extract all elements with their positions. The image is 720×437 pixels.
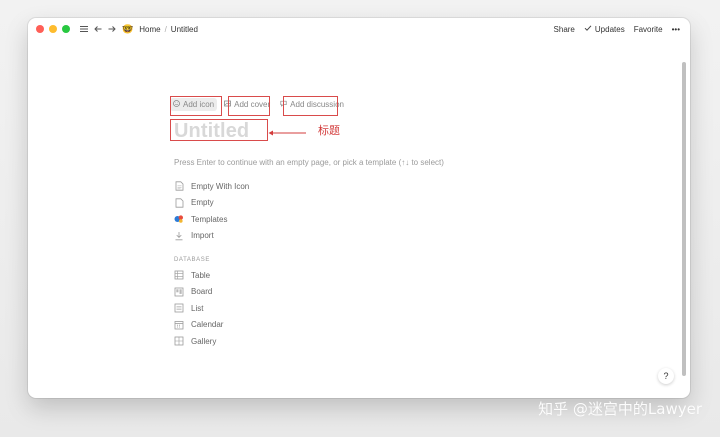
add-discussion-label: Add discussion [290, 100, 344, 109]
template-menu: Empty With Icon Empty Templates Import D… [174, 178, 394, 350]
menu-item-calendar[interactable]: Calendar [174, 317, 394, 334]
back-arrow-icon[interactable] [92, 23, 104, 35]
more-options-button[interactable]: ••• [672, 25, 680, 34]
menu-item-gallery[interactable]: Gallery [174, 333, 394, 350]
updates-button[interactable]: Updates [584, 24, 625, 34]
menu-item-label: List [191, 303, 204, 313]
comment-icon [280, 100, 287, 109]
gallery-icon [174, 336, 184, 346]
checkmark-icon [584, 24, 592, 34]
topbar-actions: Share Updates Favorite ••• [554, 24, 680, 34]
page-title-input[interactable]: Untitled [174, 120, 249, 143]
smiley-icon [173, 100, 180, 109]
menu-item-empty-with-icon[interactable]: Empty With Icon [174, 178, 394, 195]
menu-item-list[interactable]: List [174, 300, 394, 317]
add-discussion-button[interactable]: Add discussion [277, 98, 347, 111]
close-window-button[interactable] [36, 25, 44, 33]
board-icon [174, 287, 184, 297]
menu-item-label: Board [191, 287, 213, 297]
menu-item-label: Templates [191, 214, 228, 224]
menu-item-label: Import [191, 231, 214, 241]
page-with-icon-icon [174, 181, 184, 191]
minimize-window-button[interactable] [49, 25, 57, 33]
templates-icon [174, 214, 184, 224]
add-icon-label: Add icon [183, 100, 215, 109]
app-window: 🤓 Home / Untitled Share Updates Favorite… [28, 18, 690, 398]
screenshot-stage: 🤓 Home / Untitled Share Updates Favorite… [0, 0, 720, 437]
page-content: Add icon Add cover Add discussion Untitl… [28, 40, 690, 398]
watermark: 知乎 @迷宫中的Lawyer [538, 400, 702, 418]
add-cover-button[interactable]: Add cover [221, 98, 273, 111]
menu-item-label: Empty With Icon [191, 181, 250, 191]
menu-item-import[interactable]: Import [174, 228, 394, 245]
image-icon [224, 100, 232, 109]
menu-item-templates[interactable]: Templates [174, 211, 394, 228]
forward-arrow-icon[interactable] [106, 23, 118, 35]
add-icon-button[interactable]: Add icon [170, 98, 218, 111]
menu-item-label: Table [191, 270, 211, 280]
page-icon [174, 198, 184, 208]
breadcrumb-separator: / [164, 24, 167, 34]
vertical-scrollbar[interactable] [682, 62, 686, 376]
list-icon [174, 303, 184, 313]
title-annotation: 标题 [318, 124, 340, 137]
breadcrumb-home[interactable]: Home [139, 25, 160, 34]
database-section-label: DATABASE [174, 257, 210, 263]
breadcrumb-current[interactable]: Untitled [171, 25, 198, 34]
hamburger-menu-icon[interactable] [78, 23, 90, 35]
calendar-icon [174, 320, 184, 330]
share-button[interactable]: Share [554, 25, 575, 34]
breadcrumb: 🤓 Home / Untitled [122, 24, 198, 35]
menu-item-board[interactable]: Board [174, 284, 394, 301]
menu-item-label: Calendar [191, 320, 224, 330]
menu-item-table[interactable]: Table [174, 267, 394, 284]
add-cover-label: Add cover [234, 100, 271, 109]
menu-item-label: Gallery [191, 336, 217, 346]
updates-label: Updates [594, 24, 625, 34]
table-icon [174, 270, 184, 280]
window-controls [36, 25, 70, 33]
page-header-actions: Add icon Add cover Add discussion [170, 98, 347, 111]
annotation-arrow-icon [268, 130, 306, 136]
title-bar: 🤓 Home / Untitled Share Updates Favorite… [28, 18, 690, 40]
menu-item-empty[interactable]: Empty [174, 195, 394, 212]
home-emoji-icon: 🤓 [122, 23, 134, 34]
template-hint: Press Enter to continue with an empty pa… [174, 158, 444, 167]
import-icon [174, 231, 184, 241]
maximize-window-button[interactable] [62, 25, 70, 33]
favorite-button[interactable]: Favorite [634, 25, 663, 34]
menu-item-label: Empty [191, 198, 214, 208]
help-button[interactable]: ? [658, 368, 674, 384]
